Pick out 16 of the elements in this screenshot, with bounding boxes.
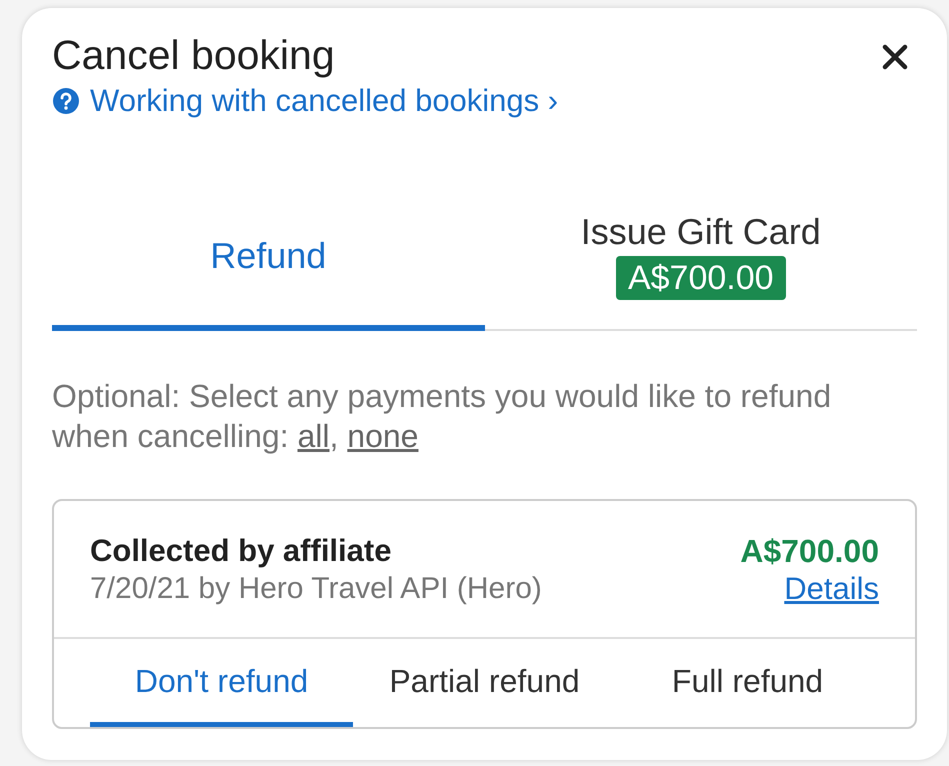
tab[interactable]: Refund [52, 186, 484, 331]
refund-option-tab[interactable]: Full refund [616, 639, 879, 727]
help-icon [52, 87, 80, 115]
tab[interactable]: Issue Gift Card A$700.00 [484, 186, 917, 331]
select-link[interactable]: all [297, 418, 330, 454]
refund-option-tab[interactable]: Don't refund [90, 639, 353, 727]
help-link[interactable]: Working with cancelled bookings › [90, 83, 558, 119]
payment-amount: A$700.00 [740, 533, 879, 569]
payment-source: Collected by affiliate [90, 533, 392, 569]
payment-meta: 7/20/21 by Hero Travel API (Hero) [90, 571, 542, 607]
details-link[interactable]: Details [784, 569, 879, 609]
dialog-title: Cancel booking [52, 33, 335, 77]
refund-option-tab[interactable]: Partial refund [353, 639, 616, 727]
select-link[interactable]: none [347, 418, 418, 454]
instructions-text: Optional: Select any payments you would like to refund when cancelling: all, none [52, 377, 832, 456]
amount-badge: A$700.00 [616, 256, 786, 300]
